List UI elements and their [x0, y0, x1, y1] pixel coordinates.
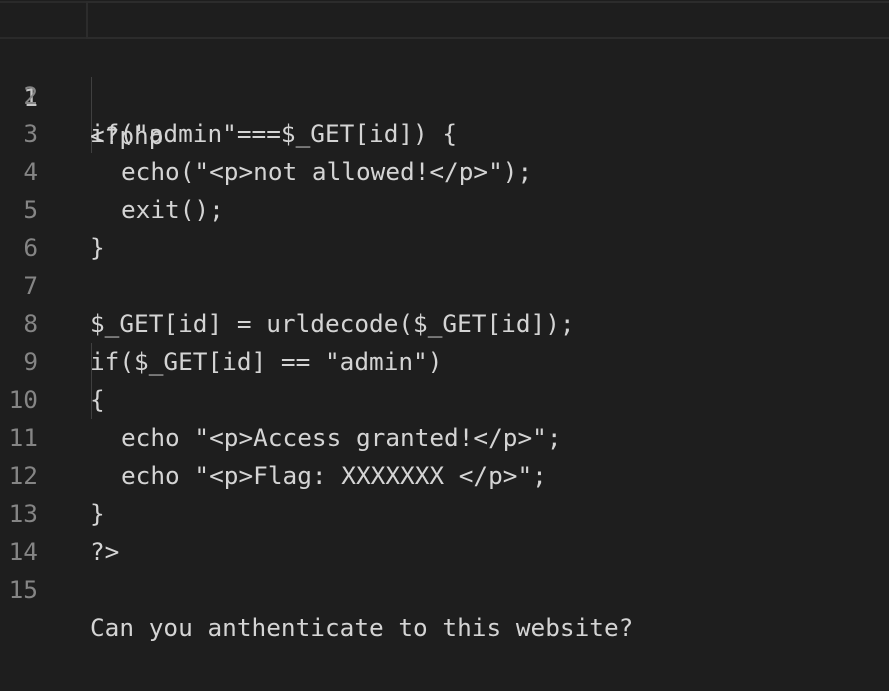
editor-line[interactable]: 15 Can you anthenticate to this website?: [0, 533, 889, 642]
line-number: 15: [8, 575, 38, 604]
code-editor[interactable]: 1 <?php 2 if("admin"===$_GET[id]) { 3 ec…: [0, 0, 889, 691]
editor-line[interactable]: 11 echo "<p>Flag: XXXXXXX </p>";: [0, 381, 889, 490]
editor-line[interactable]: 7 $_GET[id] = urldecode($_GET[id]);: [0, 229, 889, 338]
editor-line[interactable]: 3 echo("<p>not allowed!</p>");: [0, 77, 889, 186]
editor-line[interactable]: 2 if("admin"===$_GET[id]) {: [0, 39, 889, 148]
editor-line[interactable]: 8 if($_GET[id] == "admin"): [0, 267, 889, 376]
line-code: Can you anthenticate to this website?: [90, 613, 634, 642]
editor-line[interactable]: 1 <?php: [0, 1, 889, 150]
editor-line[interactable]: 9 {: [0, 305, 889, 414]
editor-line[interactable]: 4 exit();: [0, 115, 889, 224]
editor-line[interactable]: 6: [0, 191, 889, 262]
editor-line[interactable]: 12 }: [0, 419, 889, 528]
editor-line[interactable]: 14: [0, 495, 889, 566]
editor-line[interactable]: 5 }: [0, 153, 889, 262]
editor-line[interactable]: 10 echo "<p>Access granted!</p>";: [0, 343, 889, 452]
editor-line[interactable]: 13 ?>: [0, 457, 889, 566]
